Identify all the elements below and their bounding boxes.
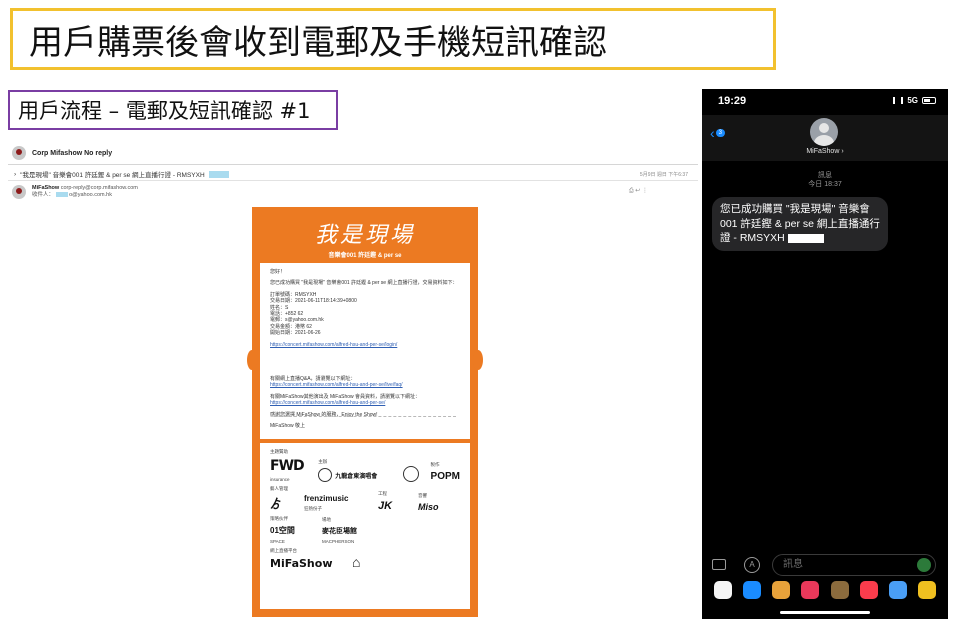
slide-subtitle: 用戶流程 – 電郵及短訊確認 #1: [8, 90, 338, 130]
imessage-app-strip: [702, 579, 948, 601]
macpherson-logo: 麥花臣場館: [322, 528, 357, 535]
chevron-right-icon: ›: [14, 170, 17, 178]
label-partner: 策略伙伴: [270, 516, 288, 521]
artist-logo-icon: ゟ: [270, 497, 283, 511]
fwd-logo-sub: insurance: [270, 477, 290, 482]
network-label: 5G: [907, 96, 918, 105]
email-toolbar-icons[interactable]: ⎙ ↩ ⋮: [629, 187, 648, 195]
fwd-logo: FWD: [270, 458, 305, 474]
email-list-header[interactable]: Corp Mifashow No reply: [12, 146, 112, 160]
imessage-app-icon[interactable]: [801, 581, 820, 599]
sender-avatar: [12, 146, 26, 160]
imessage-app-icon[interactable]: [772, 581, 791, 599]
voice-send-icon[interactable]: [917, 558, 931, 572]
divider: [8, 164, 698, 165]
ticket-brand: 我是現場 音樂會001 許廷鏗 & per se: [252, 217, 478, 259]
status-bar: 19:29 5G: [702, 89, 948, 115]
redaction-block: [55, 192, 68, 198]
sms-message-bubble[interactable]: 您已成功購買 "我是現場" 音樂會001 許廷鏗 & per se 網上直播通行…: [712, 197, 888, 251]
miso-logo: Miso: [418, 502, 439, 512]
sender-name: Corp Mifashow No reply: [32, 149, 113, 157]
label-sound: 音響: [418, 493, 427, 498]
email-sender-block: MiFaShow corp-reply@corp.mifashow.com 收件…: [12, 185, 138, 199]
home-indicator: [780, 611, 870, 614]
label-title-sponsor: 主題贊助: [270, 449, 288, 454]
imessage-app-icon[interactable]: [889, 581, 908, 599]
conversation-header: ‹ 3 MiFaShow ›: [702, 115, 948, 161]
message-input[interactable]: 訊息: [772, 554, 936, 576]
divider: [8, 180, 698, 181]
email-date: 5月9日 週日 下午6:37: [639, 171, 688, 178]
message-meta-time: 今日 18:37: [808, 181, 842, 188]
space-logo-sub: SPACE: [270, 539, 285, 544]
chevron-left-icon: ‹: [710, 125, 715, 141]
message-timestamp: 訊息 今日 18:37: [702, 171, 948, 189]
contact-name[interactable]: MiFaShow ›: [702, 148, 948, 155]
jk-logo: JK: [378, 500, 393, 512]
signal-icon: [893, 97, 904, 104]
sponsors-card: 主題贊助 FWD insurance 主辦 九龍倉東演唱會 製作 POPM 藝人…: [260, 443, 470, 609]
venue-building-icon: ⌂: [352, 554, 361, 570]
redaction-block: [787, 233, 824, 243]
phone-sms-screen: 19:29 5G ‹ 3 MiFaShow › 訊息 今日 18:37 您已成功…: [702, 89, 948, 619]
from-name: MiFaShow: [32, 185, 60, 191]
email-subject: "我是現場" 音樂會001 許廷鏗 & per se 網上直播行證 - RMSY…: [20, 172, 205, 179]
ticket-email-body: 我是現場 音樂會001 許廷鏗 & per se 您好！ 您已成功購買 "我是現…: [247, 207, 483, 617]
sender-avatar: [12, 185, 26, 199]
camera-icon[interactable]: [712, 559, 726, 570]
imessage-app-icon[interactable]: [742, 581, 761, 599]
frenzimusic-logo-sub: 狂熱份子: [304, 506, 322, 511]
email-subject-row[interactable]: › "我是現場" 音樂會001 許廷鏗 & per se 網上直播行證 - RM…: [14, 169, 694, 179]
redaction-block: [208, 170, 229, 178]
battery-icon: [922, 97, 936, 104]
brand-tagline: 音樂會001 許廷鏗 & per se: [328, 253, 402, 259]
ticket-notch-right: [473, 350, 483, 370]
organizer-logo: 九龍倉東演唱會: [335, 473, 378, 480]
to-label: 收件人：: [32, 192, 55, 198]
app-store-icon[interactable]: A: [744, 557, 760, 573]
organizer-seal-icon: [318, 468, 333, 482]
signoff: MiFaShow 敬上: [270, 423, 306, 430]
imessage-app-icon[interactable]: [859, 581, 878, 599]
frenzimusic-logo: frenzimusic: [304, 494, 349, 503]
macpherson-logo-sub: MACPHERSON: [322, 539, 355, 544]
mifashow-logo: MiFaShow: [270, 557, 333, 570]
contact-avatar[interactable]: [810, 118, 838, 146]
message-meta-label: 訊息: [818, 172, 832, 179]
crest-logo-icon: [402, 466, 419, 482]
label-organizer: 主辦: [318, 459, 328, 464]
label-platform: 網上直播平台: [270, 548, 297, 553]
compose-bar: A 訊息: [702, 551, 948, 579]
space-logo: 01空間: [270, 526, 295, 535]
slide-title: 用戶購票後會收到電郵及手機短訊確認: [10, 8, 776, 70]
intro-text: 您已成功購買 "我是現場" 音樂會001 許廷鏗 & per se 網上直播行證…: [270, 280, 458, 287]
popm-logo: POPM: [430, 471, 460, 482]
imessage-app-icon[interactable]: [830, 581, 849, 599]
label-producer: 製作: [430, 462, 440, 467]
label-artist-mgmt: 藝人管理: [270, 486, 288, 491]
to-address: o@yahoo.com.hk: [69, 192, 112, 198]
back-button[interactable]: ‹ 3: [710, 125, 726, 141]
unread-count-badge: 3: [715, 129, 726, 137]
brand-script-logo: 我是現場: [314, 223, 415, 248]
ticket-details-card: 您好！ 您已成功購買 "我是現場" 音樂會001 許廷鏗 & per se 網上…: [260, 263, 470, 439]
imessage-app-icon[interactable]: [918, 581, 937, 599]
label-engineering: 工程: [378, 491, 387, 496]
status-time: 19:29: [718, 95, 747, 107]
label-venue: 場地: [322, 517, 331, 522]
ticket-perforation: [274, 416, 456, 417]
email-view: Corp Mifashow No reply › "我是現場" 音樂會001 許…: [8, 140, 698, 635]
ticket-notch-left: [247, 350, 257, 370]
from-address: corp-reply@corp.mifashow.com: [60, 185, 138, 191]
imessage-app-icon[interactable]: [713, 581, 732, 599]
